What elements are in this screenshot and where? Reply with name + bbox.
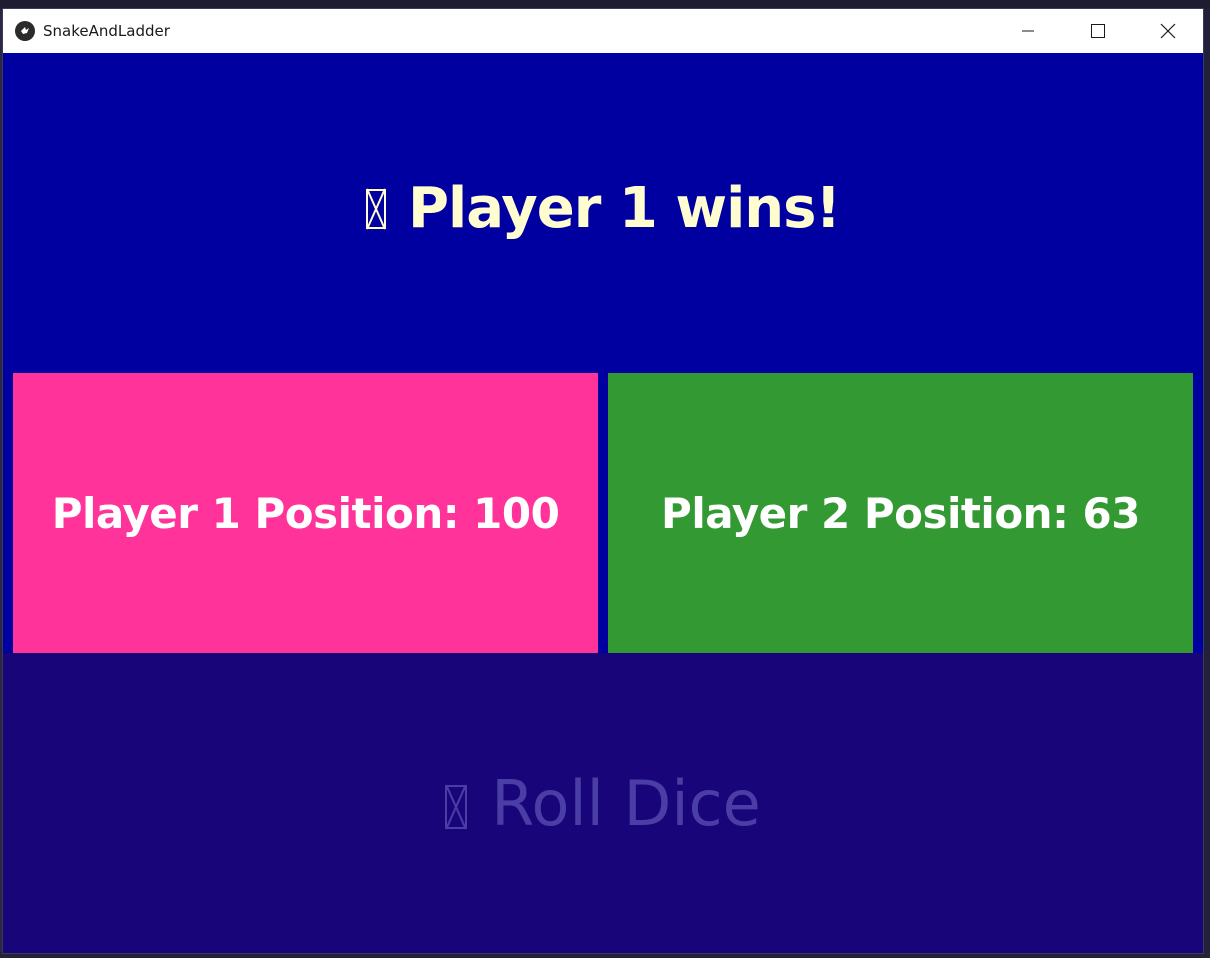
player-1-card: Player 1 Position: 100 (13, 373, 598, 653)
kivy-app-icon (15, 21, 35, 41)
window-title: SnakeAndLadder (43, 22, 170, 40)
background-ide-edge (1203, 9, 1210, 958)
close-button[interactable] (1133, 9, 1203, 53)
minimize-icon (1022, 30, 1034, 32)
app-content: Player 1 wins! Player 1 Position: 100 Pl… (3, 53, 1203, 953)
player-1-position-label: Player 1 Position: 100 (51, 488, 560, 538)
roll-dice-text: Roll Dice (491, 766, 761, 840)
roll-dice-label: Roll Dice (445, 767, 761, 840)
app-window: SnakeAndLadder Player 1 wins! Player 1 P… (3, 9, 1203, 953)
roll-dice-button[interactable]: Roll Dice (3, 653, 1203, 953)
players-row: Player 1 Position: 100 Player 2 Position… (3, 363, 1203, 653)
background-ide-strip (0, 0, 1210, 9)
window-controls (993, 9, 1203, 53)
status-label: Player 1 wins! (365, 175, 841, 241)
close-icon (1160, 23, 1176, 39)
maximize-button[interactable] (1063, 9, 1133, 53)
status-text: Player 1 wins! (407, 175, 841, 241)
status-panel: Player 1 wins! (3, 53, 1203, 363)
player-2-card: Player 2 Position: 63 (608, 373, 1193, 653)
player-2-position-label: Player 2 Position: 63 (661, 488, 1140, 538)
missing-glyph-icon (365, 188, 386, 229)
maximize-icon (1091, 24, 1105, 38)
title-bar[interactable]: SnakeAndLadder (3, 9, 1203, 53)
missing-glyph-icon (445, 784, 468, 829)
minimize-button[interactable] (993, 9, 1063, 53)
